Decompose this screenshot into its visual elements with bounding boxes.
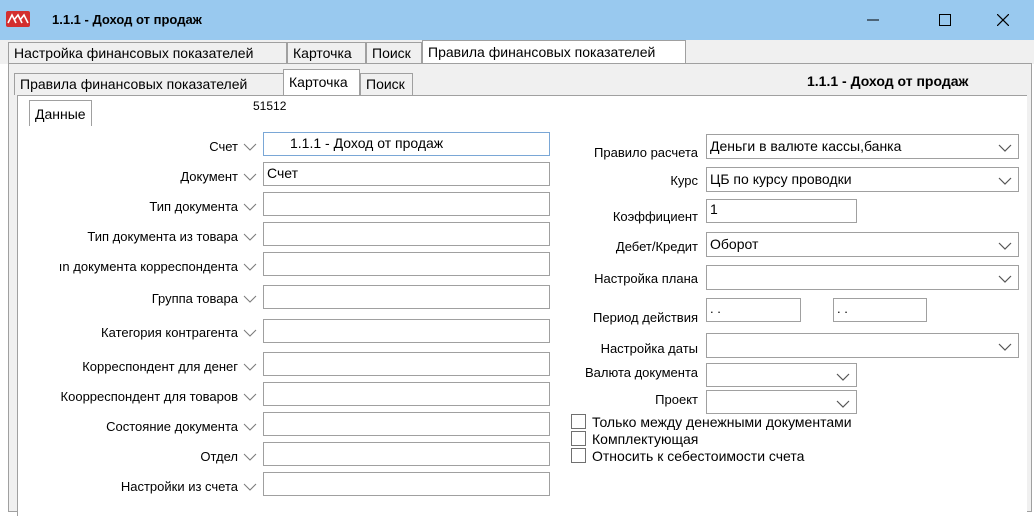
- label-document: Документ: [180, 169, 238, 184]
- label-calc-rule: Правило расчета: [594, 145, 698, 160]
- cost-of-account-checkbox[interactable]: [571, 448, 586, 463]
- calc-rule-select[interactable]: Деньги в валюте кассы,банка: [706, 134, 1019, 159]
- plan-setting-select[interactable]: [706, 265, 1019, 290]
- label-rate: Курс: [670, 173, 698, 188]
- maximize-button[interactable]: [922, 0, 968, 40]
- chevron-down-icon: [998, 242, 1012, 250]
- document-state-field[interactable]: [263, 412, 550, 436]
- inner-tab-financial-rules[interactable]: Правила финансовых показателей: [14, 73, 284, 95]
- rate-select[interactable]: ЦБ по курсу проводки: [706, 167, 1019, 192]
- inner-tab-search[interactable]: Поиск: [360, 73, 413, 95]
- goods-group-field[interactable]: [263, 285, 550, 309]
- chevron-down-icon[interactable]: [243, 232, 257, 242]
- only-money-docs-label: Только между денежными документами: [592, 414, 852, 430]
- window-title: 1.1.1 - Доход от продаж: [52, 12, 202, 27]
- chevron-down-icon[interactable]: [243, 422, 257, 432]
- tab-search[interactable]: Поиск: [366, 42, 422, 64]
- label-validity-period: Период действия: [593, 310, 698, 325]
- department-field[interactable]: [263, 442, 550, 466]
- coefficient-field[interactable]: 1: [706, 199, 857, 223]
- debit-credit-value: Оборот: [710, 236, 759, 252]
- label-document-state: Состояние документа: [106, 419, 238, 434]
- period-to-field[interactable]: . .: [833, 298, 927, 322]
- outer-panel: Правила финансовых показателей Карточка …: [8, 63, 1032, 516]
- chevron-down-icon[interactable]: [243, 328, 257, 338]
- doc-type-from-goods-field[interactable]: [263, 222, 550, 246]
- minimize-button[interactable]: [850, 0, 896, 40]
- period-from-field[interactable]: . .: [706, 298, 801, 322]
- close-button[interactable]: [980, 0, 1026, 40]
- chevron-down-icon[interactable]: [243, 392, 257, 402]
- component-label: Комплектующая: [592, 431, 699, 447]
- contractor-category-field[interactable]: [263, 319, 550, 343]
- title-bar: 1.1.1 - Доход от продаж: [0, 0, 1034, 40]
- chevron-down-icon: [998, 177, 1012, 185]
- chevron-down-icon[interactable]: [243, 362, 257, 372]
- app-logo-icon: [6, 11, 30, 27]
- doc-currency-select[interactable]: [706, 363, 857, 387]
- chevron-down-icon[interactable]: [243, 452, 257, 462]
- label-plan-setting: Настройка плана: [594, 271, 698, 286]
- label-account: Счет: [209, 139, 238, 154]
- goods-correspondent-field[interactable]: [263, 382, 550, 406]
- label-document-type: Тип документа: [149, 199, 238, 214]
- project-select[interactable]: [706, 390, 857, 414]
- label-correspondent-doc-type: ın документа корреспондента: [58, 259, 238, 274]
- label-contractor-category: Категория контрагента: [101, 325, 238, 340]
- chevron-down-icon[interactable]: [243, 172, 257, 182]
- chevron-down-icon[interactable]: [243, 294, 257, 304]
- chevron-down-icon[interactable]: [243, 262, 257, 272]
- chevron-down-icon: [998, 343, 1012, 351]
- rate-value: ЦБ по курсу проводки: [710, 171, 852, 187]
- label-doc-currency: Валюта документа: [585, 365, 698, 380]
- account-field[interactable]: 1.1.1 - Доход от продаж: [263, 132, 550, 156]
- label-goods-correspondent: Коорреспондент для товаров: [60, 389, 238, 404]
- correspondent-doc-type-field[interactable]: [263, 252, 550, 276]
- card-panel: Данные 51512 Счет Документ Тип документа…: [17, 95, 1027, 516]
- label-goods-group: Группа товара: [151, 291, 238, 306]
- record-code: 51512: [251, 96, 321, 126]
- document-field[interactable]: Счет: [263, 162, 550, 186]
- label-account-settings: Настройки из счета: [120, 479, 238, 494]
- tab-data[interactable]: Данные: [29, 100, 92, 126]
- money-correspondent-field[interactable]: [263, 352, 550, 376]
- debit-credit-select[interactable]: Оборот: [706, 232, 1019, 257]
- chevron-down-icon[interactable]: [243, 202, 257, 212]
- chevron-down-icon: [836, 400, 850, 408]
- record-title: 1.1.1 - Доход от продаж: [807, 73, 969, 89]
- outer-tab-strip: Настройка финансовых показателей Карточк…: [0, 40, 1034, 64]
- chevron-down-icon: [998, 144, 1012, 152]
- only-money-docs-checkbox[interactable]: [571, 414, 586, 429]
- chevron-down-icon: [998, 275, 1012, 283]
- tab-card[interactable]: Карточка: [287, 42, 366, 64]
- label-money-correspondent: Корреспондент для денег: [82, 359, 238, 374]
- tab-financial-rules[interactable]: Правила финансовых показателей: [422, 40, 686, 64]
- document-type-field[interactable]: [263, 192, 550, 216]
- inner-tab-strip: Правила финансовых показателей Карточка …: [9, 64, 1031, 96]
- date-setting-select[interactable]: [706, 333, 1019, 358]
- chevron-down-icon[interactable]: [243, 482, 257, 492]
- cost-of-account-label: Относить к себестоимости счета: [592, 448, 805, 464]
- chevron-down-icon[interactable]: [243, 142, 257, 152]
- label-department: Отдел: [200, 449, 238, 464]
- account-settings-field[interactable]: [263, 472, 550, 496]
- chevron-down-icon: [836, 373, 850, 381]
- tab-financial-settings[interactable]: Настройка финансовых показателей: [8, 42, 287, 64]
- label-project: Проект: [655, 392, 698, 407]
- calc-rule-value: Деньги в валюте кассы,банка: [710, 138, 902, 154]
- label-debit-credit: Дебет/Кредит: [615, 239, 698, 254]
- label-doc-type-from-goods: Тип документа из товара: [87, 229, 238, 244]
- label-date-setting: Настройка даты: [600, 341, 698, 356]
- label-coefficient: Коэффициент: [612, 209, 698, 224]
- inner-tab-card[interactable]: Карточка: [283, 69, 360, 95]
- component-checkbox[interactable]: [571, 431, 586, 446]
